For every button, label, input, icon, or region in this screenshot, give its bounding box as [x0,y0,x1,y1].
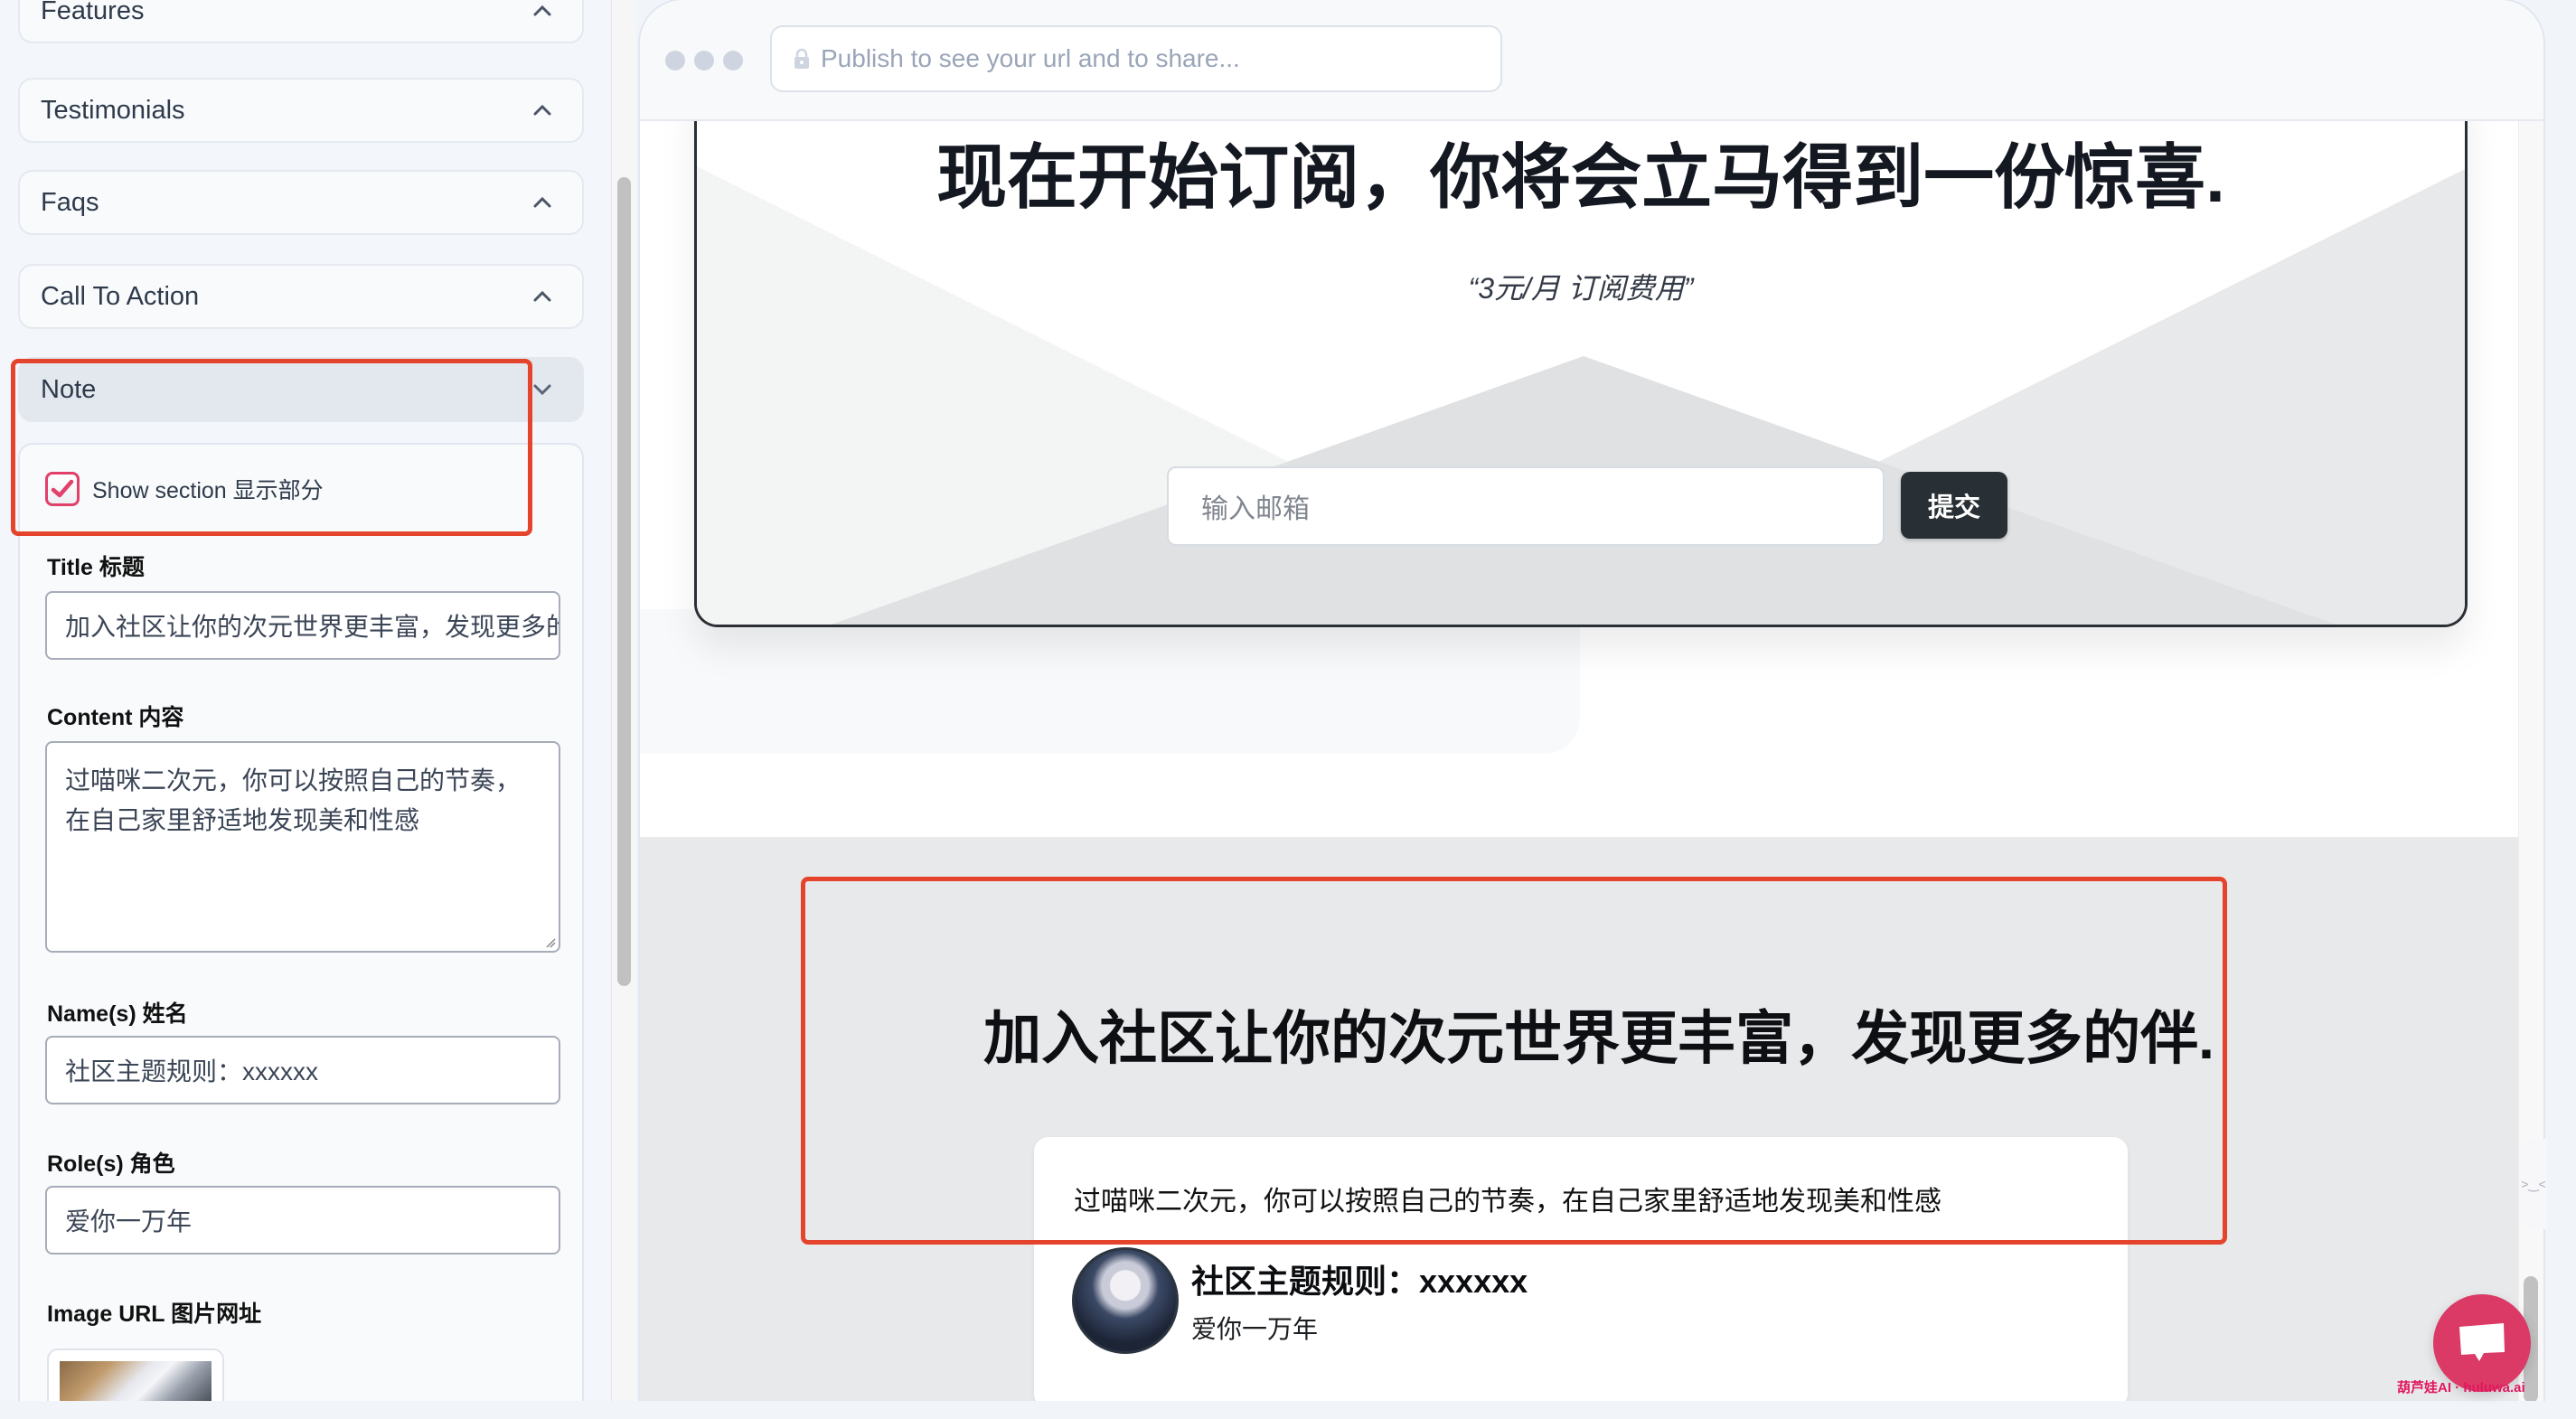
background-card [640,609,1580,754]
editor-sidebar: Features Testimonials Faqs Call To Actio… [0,0,611,1401]
watermark: 葫芦娃AI · huluwa.ai [2397,1380,2525,1396]
subscribe-card: 现在开始订阅，你将会立马得到一份惊喜. “3元/月 订阅费用” 输入邮箱 提交 [694,85,2468,627]
side-widget-tab[interactable]: >‿< [2520,1139,2547,1229]
avatar [1072,1247,1179,1354]
chevron-up-icon [530,98,555,123]
subscribe-price: “3元/月 订阅费用” [1468,272,1694,305]
checkmark-icon [51,479,74,498]
bottom-strip [0,1401,2576,1419]
site-preview: Publish to see your url and to share... … [638,0,2545,1408]
chevron-up-icon [530,0,555,23]
roles-input[interactable]: 爱你一万年 [45,1186,560,1255]
browser-toolbar: Publish to see your url and to share... [640,0,2543,121]
note-section: 加入社区让你的次元世界更丰富，发现更多的伴. 过喵咪二次元，你可以按照自己的节奏… [640,837,2522,1406]
show-section-label: Show section 显示部分 [92,478,324,503]
window-dots [665,51,743,70]
submit-button[interactable]: 提交 [1901,472,2007,539]
roles-label: Role(s) 角色 [47,1151,175,1177]
section-label: Testimonials [41,95,185,125]
section-testimonials[interactable]: Testimonials [18,78,584,143]
content-textarea[interactable]: 过喵咪二次元，你可以按照自己的节奏，在自己家里舒适地发现美和性感 [45,741,560,953]
content-label: Content 内容 [47,705,184,730]
note-settings-panel: Show section 显示部分 Title 标题 加入社区让你的次元世界更丰… [18,443,584,1401]
section-features[interactable]: Features [18,0,584,43]
section-note[interactable]: Note [18,357,584,422]
lock-icon [794,48,809,69]
author-role: 爱你一万年 [1191,1315,1319,1343]
sidebar-scrollbar-thumb[interactable] [617,177,631,986]
image-url-label: Image URL 图片网址 [47,1302,262,1327]
show-section-toggle[interactable]: Show section 显示部分 [45,472,324,506]
show-section-checkbox[interactable] [45,472,80,506]
note-title: 加入社区让你的次元世界更丰富，发现更多的伴. [983,1006,2214,1071]
chevron-up-icon [530,284,555,309]
note-content: 过喵咪二次元，你可以按照自己的节奏，在自己家里舒适地发现美和性感 [1074,1187,1941,1217]
names-label: Name(s) 姓名 [47,1001,188,1027]
names-input[interactable]: 社区主题规则：xxxxxx [45,1036,560,1104]
section-label: Features [41,0,145,25]
note-author: 社区主题规则：xxxxxx 爱你一万年 [1072,1247,1528,1354]
section-label: Note [41,374,97,404]
url-bar[interactable]: Publish to see your url and to share... [770,25,1502,92]
url-placeholder: Publish to see your url and to share... [821,44,1240,72]
section-call-to-action[interactable]: Call To Action [18,264,584,329]
window-dot [665,51,685,70]
note-card: 过喵咪二次元，你可以按照自己的节奏，在自己家里舒适地发现美和性感 社区主题规则：… [1034,1137,2128,1406]
section-label: Call To Action [41,281,200,311]
chat-bubble-icon [2459,1323,2505,1361]
image-thumbnail[interactable] [47,1349,224,1401]
title-input[interactable]: 加入社区让你的次元世界更丰富，发现更多的伴. [45,591,560,660]
chevron-up-icon [530,190,555,215]
preview-page: 现在开始订阅，你将会立马得到一份惊喜. “3元/月 订阅费用” 输入邮箱 提交 … [640,85,2522,1406]
anime-character-image [60,1361,212,1401]
window-dot [694,51,714,70]
email-input[interactable]: 输入邮箱 [1167,466,1885,546]
subscribe-title: 现在开始订阅，你将会立马得到一份惊喜. [936,137,2225,217]
author-name: 社区主题规则：xxxxxx [1191,1263,1528,1300]
section-label: Faqs [41,187,99,217]
section-faqs[interactable]: Faqs [18,170,584,235]
content-text: 过喵咪二次元，你可以按照自己的节奏，在自己家里舒适地发现美和性感 [65,766,522,834]
title-label: Title 标题 [47,555,145,580]
chevron-down-icon [530,377,555,402]
resize-handle-icon [546,938,556,948]
window-dot [723,51,743,70]
